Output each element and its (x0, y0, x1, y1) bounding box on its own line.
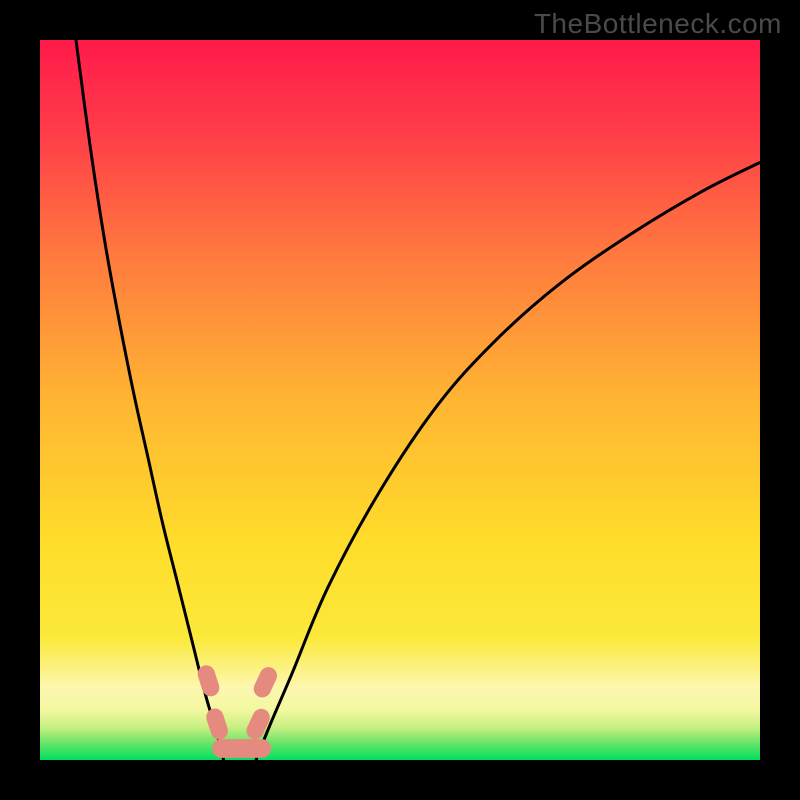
marker-left-lower (204, 706, 230, 741)
marker-right-upper (251, 664, 280, 700)
plot-area (40, 40, 760, 760)
marker-right-lower (244, 706, 273, 742)
chart-frame: TheBottleneck.com (0, 0, 800, 800)
curves-layer (40, 40, 760, 760)
series-right-curve (256, 162, 760, 760)
marker-bottom-bar (212, 739, 271, 758)
series-left-curve (76, 40, 224, 760)
watermark-text: TheBottleneck.com (534, 8, 782, 40)
